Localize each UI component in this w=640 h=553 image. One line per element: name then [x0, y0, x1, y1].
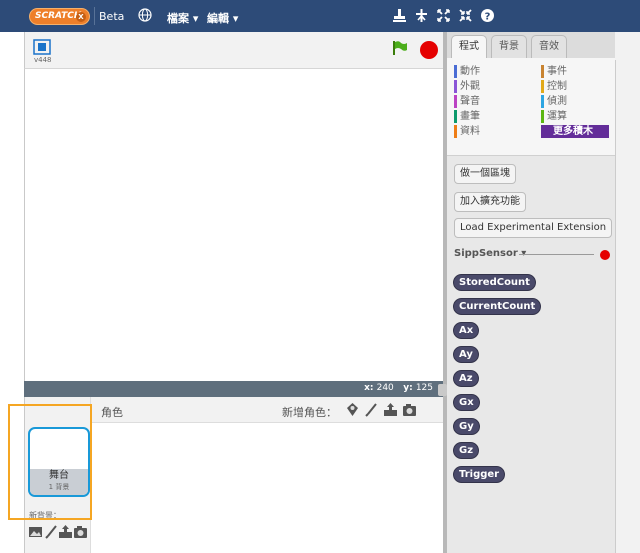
data-swatch	[454, 125, 457, 138]
block-az[interactable]: Az	[453, 370, 479, 387]
scratchx-logo[interactable]: SCRATCH X	[29, 8, 90, 25]
category-sound[interactable]: 聲音	[454, 95, 480, 108]
menu-edit[interactable]: 編輯 ▾	[207, 10, 238, 26]
block-palette: 程式 背景 音效 動作 外觀 聲音 畫筆 資料 事件 控制 偵測 運算 更多積木…	[447, 32, 615, 553]
stage-canvas[interactable]	[24, 68, 443, 381]
load-experimental-extension-button[interactable]: Load Experimental Extension	[454, 218, 613, 238]
palette-blocks: 做一個區塊 加入擴充功能 Load Experimental Extension…	[447, 156, 615, 553]
category-label: 運算	[547, 111, 567, 122]
menu-separator	[94, 7, 95, 25]
y-value: 125	[415, 383, 433, 393]
collapse-handle[interactable]	[438, 384, 447, 396]
logo-x-badge: X	[76, 12, 86, 22]
sensing-swatch	[541, 95, 544, 108]
category-looks[interactable]: 外觀	[454, 80, 480, 93]
paint-sprite-icon[interactable]	[364, 402, 379, 417]
pen-swatch	[454, 110, 457, 123]
scratch-editor: SCRATCH X Beta 檔案 ▾ 編輯 ▾ ? v448 x: 240 y…	[0, 0, 640, 553]
category-label: 偵測	[547, 96, 567, 107]
shrink-icon[interactable]	[458, 8, 473, 23]
svg-text:?: ?	[485, 12, 491, 23]
sprite-pane-header: 角色 新增角色：	[91, 397, 444, 423]
block-ax[interactable]: Ax	[453, 322, 480, 339]
green-flag-icon[interactable]	[392, 40, 408, 56]
category-label: 更多積木	[553, 126, 593, 137]
palette-tabs: 程式 背景 音效	[447, 32, 615, 58]
category-control[interactable]: 控制	[541, 80, 567, 93]
block-gy[interactable]: Gy	[453, 418, 480, 435]
category-more-blocks[interactable]: 更多積木	[541, 125, 609, 138]
paint-backdrop-icon[interactable]	[44, 524, 59, 539]
x-label: x:	[364, 383, 374, 393]
sprite-library-icon[interactable]	[345, 402, 360, 417]
menu-file[interactable]: 檔案 ▾	[167, 10, 198, 26]
backdrop-library-icon[interactable]	[28, 524, 43, 539]
highlight-box	[8, 404, 92, 520]
block-gx[interactable]: Gx	[453, 394, 480, 411]
tab-scripts[interactable]: 程式	[451, 35, 487, 58]
category-label: 動作	[460, 66, 480, 77]
upload-sprite-icon[interactable]	[383, 402, 398, 417]
category-label: 事件	[547, 66, 567, 77]
category-events[interactable]: 事件	[541, 65, 567, 78]
block-current-count[interactable]: CurrentCount	[453, 298, 542, 315]
cut-icon[interactable]	[414, 8, 429, 23]
block-ay[interactable]: Ay	[453, 346, 479, 363]
looks-swatch	[454, 80, 457, 93]
new-sprite-label: 新增角色：	[282, 406, 337, 419]
add-extension-button[interactable]: 加入擴充功能	[454, 192, 526, 212]
beta-label: Beta	[99, 10, 125, 23]
events-swatch	[541, 65, 544, 78]
category-data[interactable]: 資料	[454, 125, 480, 138]
scripts-area[interactable]	[615, 60, 640, 553]
globe-icon[interactable]	[138, 8, 152, 22]
coordinate-bar: x: 240 y: 125	[24, 381, 443, 397]
operators-swatch	[541, 110, 544, 123]
control-swatch	[541, 80, 544, 93]
block-gz[interactable]: Gz	[453, 442, 480, 459]
category-motion[interactable]: 動作	[454, 65, 480, 78]
stage-header: v448	[24, 32, 443, 68]
extension-menu[interactable]: SippSensor ▾	[454, 248, 526, 259]
block-stored-count[interactable]: StoredCount	[453, 274, 536, 291]
category-sensing[interactable]: 偵測	[541, 95, 567, 108]
sprites-title: 角色	[101, 406, 123, 419]
version-label: v448	[34, 56, 52, 64]
mouse-coordinates: x: 240 y: 125	[364, 383, 433, 393]
scripts-header	[615, 32, 640, 60]
tab-sounds[interactable]: 音效	[531, 35, 567, 58]
menu-bar: SCRATCH X Beta 檔案 ▾ 編輯 ▾ ?	[0, 0, 640, 32]
tab-backdrops[interactable]: 背景	[491, 35, 527, 58]
extension-divider	[519, 254, 594, 255]
grow-icon[interactable]	[436, 8, 451, 23]
help-icon[interactable]: ?	[480, 8, 495, 23]
category-operators[interactable]: 運算	[541, 110, 567, 123]
sound-swatch	[454, 95, 457, 108]
stamp-icon[interactable]	[392, 8, 407, 23]
x-value: 240	[376, 383, 394, 393]
category-list: 動作 外觀 聲音 畫筆 資料 事件 控制 偵測 運算 更多積木	[447, 58, 615, 156]
fullscreen-icon[interactable]	[33, 39, 51, 55]
stop-icon[interactable]	[420, 41, 438, 59]
category-label: 聲音	[460, 96, 480, 107]
upload-backdrop-icon[interactable]	[58, 524, 73, 539]
motion-swatch	[454, 65, 457, 78]
make-block-button[interactable]: 做一個區塊	[454, 164, 516, 184]
category-label: 畫筆	[460, 111, 480, 122]
block-trigger[interactable]: Trigger	[453, 466, 506, 483]
category-label: 控制	[547, 81, 567, 92]
camera-sprite-icon[interactable]	[402, 402, 417, 417]
y-label: y:	[403, 383, 413, 393]
category-pen[interactable]: 畫筆	[454, 110, 480, 123]
logo-text: SCRATCH	[35, 11, 82, 21]
category-label: 資料	[460, 126, 480, 137]
extension-status-icon	[600, 250, 610, 260]
camera-backdrop-icon[interactable]	[73, 524, 88, 539]
category-label: 外觀	[460, 81, 480, 92]
